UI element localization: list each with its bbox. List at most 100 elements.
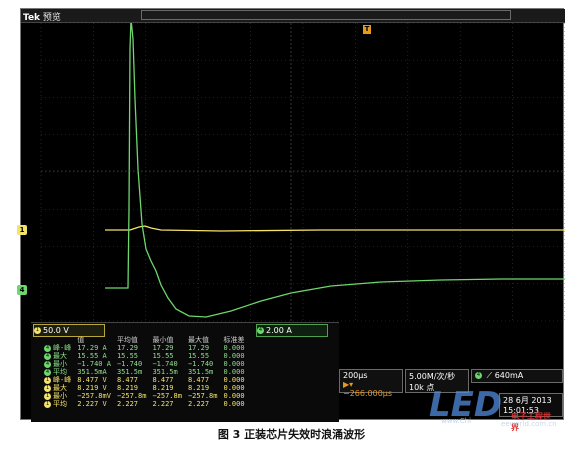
channel-badge: 1 — [44, 400, 51, 408]
measurement-value: −257.8m — [152, 392, 182, 400]
measurement-value: 8.219 — [116, 384, 139, 392]
measurement-value: 2.227 — [187, 400, 210, 408]
measurement-type: 峰-峰 — [53, 376, 72, 384]
measurement-readout-panel: 1 50.0 V 4 2.00 A 值 平均值 最小值 最大值 标准差 4 峰-峰 17… — [31, 322, 339, 422]
measurement-value: 0.000 — [223, 392, 245, 400]
measurement-value: 0.000 — [223, 384, 245, 392]
brand-label: Tek 预览 — [23, 13, 61, 23]
measurement-label: 1 最小 — [41, 392, 74, 400]
measurement-label: 4 最小 — [41, 360, 74, 368]
measurement-value: 15.55 A — [77, 352, 107, 360]
measurement-value: −1.740 — [187, 360, 214, 368]
trigger-channel-badge: 4 — [475, 372, 482, 379]
measurement-value: 2.227 V — [77, 400, 107, 408]
measurement-type: 平均 — [53, 400, 67, 408]
measurement-value: 15.55 — [152, 352, 174, 360]
ch1-scale-value: 50.0 V — [43, 326, 69, 335]
measurement-row: 4 平均 351.5mA 351.5m 351.5m 351.5m 0.000 — [41, 368, 248, 376]
measurement-value: 0.000 — [223, 368, 245, 376]
measurement-value: −257.8m — [116, 392, 147, 400]
measurement-value: −257.8m — [187, 392, 218, 400]
measurement-type: 平均 — [53, 368, 67, 376]
figure-caption: 图 3 正装芯片失效时浪涌波形 — [217, 428, 366, 441]
measurement-value: 17.29 A — [77, 344, 107, 352]
trigger-position-marker[interactable]: T — [363, 25, 371, 34]
ch4-ground-marker[interactable]: 4 — [17, 285, 27, 295]
timebase-position: ▶▾ −266.000µs — [343, 380, 393, 398]
measurement-value: 351.5m — [152, 368, 178, 376]
measurement-value: 8.477 — [116, 376, 139, 384]
measurement-value: 8.219 — [187, 384, 210, 392]
measurement-row: 1 平均 2.227 V 2.227 2.227 2.227 0.000 — [41, 400, 248, 408]
ch4-badge: 4 — [257, 327, 264, 334]
top-status-bar: Tek 预览 — [21, 9, 565, 23]
ch4-scale-value: 2.00 A — [266, 326, 292, 335]
col-header — [41, 336, 74, 344]
measurement-value: 15.55 — [187, 352, 210, 360]
measurement-value: 17.29 — [152, 344, 174, 352]
ch1-voltage-waveform — [105, 225, 565, 232]
ch1-ground-marker[interactable]: 1 — [17, 225, 27, 235]
measurement-type: 最大 — [53, 384, 67, 392]
measurement-value: 15.55 — [116, 352, 139, 360]
sample-rate: 5.00M/次/秒 — [409, 372, 456, 381]
measurement-type: 峰-峰 — [53, 344, 72, 352]
measurement-value: 17.29 — [187, 344, 210, 352]
measurement-value: −257.8mV — [77, 392, 111, 400]
measurement-value: 0.000 — [223, 360, 245, 368]
measurement-value: 351.5m — [187, 368, 214, 376]
record-overview-bar[interactable] — [141, 10, 511, 20]
measurement-label: 4 平均 — [41, 368, 74, 376]
col-header: 标准差 — [223, 336, 245, 344]
measurement-value: 2.227 — [116, 400, 139, 408]
channel-badge: 1 — [44, 376, 51, 384]
trigger-level: 640mA — [494, 371, 524, 380]
mode-label: 预览 — [42, 13, 61, 23]
channel-badge: 4 — [44, 360, 51, 368]
measurement-value: 0.000 — [223, 344, 245, 352]
measurement-row: 1 最大 8.219 V 8.219 8.219 8.219 0.000 — [41, 384, 248, 392]
measurement-type: 最小 — [53, 392, 67, 400]
measurement-value: 351.5mA — [77, 368, 107, 376]
watermark: LED www.Chi 电子工程世界 eeworld.com.cn — [401, 385, 557, 432]
col-header: 最小值 — [152, 336, 174, 344]
measurement-row: 4 最大 15.55 A 15.55 15.55 15.55 0.000 — [41, 352, 248, 360]
measurement-row: 4 峰-峰 17.29 A 17.29 17.29 17.29 0.000 — [41, 344, 248, 352]
measurement-value: 0.000 — [223, 376, 245, 384]
measurement-value: 8.219 V — [77, 384, 107, 392]
measurement-value: 0.000 — [223, 400, 245, 408]
measurement-value: 8.477 — [152, 376, 174, 384]
measurement-row: 1 最小 −257.8mV −257.8m −257.8m −257.8m 0.000 — [41, 392, 248, 400]
watermark-site1: www.Chi — [441, 417, 472, 425]
measurement-value: 351.5m — [116, 368, 143, 376]
measurement-type: 最大 — [53, 352, 67, 360]
col-header: 最大值 — [187, 336, 209, 344]
timebase-scale: 200µs — [343, 371, 368, 380]
ch4-scale-box[interactable]: 4 2.00 A — [256, 324, 328, 337]
measurement-label: 4 峰-峰 — [41, 344, 74, 352]
measurement-value: 0.000 — [223, 352, 245, 360]
measurement-value: −1.740 A — [77, 360, 111, 368]
measurement-row: 1 峰-峰 8.477 V 8.477 8.477 8.477 0.000 — [41, 376, 248, 384]
measurement-value: −1.740 — [116, 360, 143, 368]
measurement-value: 2.227 — [152, 400, 174, 408]
measurement-table: 值 平均值 最小值 最大值 标准差 4 峰-峰 17.29 A 17.29 17.29 1… — [41, 336, 248, 408]
channel-badge: 1 — [44, 392, 51, 400]
col-header: 平均值 — [116, 336, 138, 344]
col-header: 值 — [77, 336, 85, 344]
channel-badge: 4 — [44, 352, 51, 360]
grid-lines — [40, 22, 565, 322]
measurement-value: 8.477 V — [77, 376, 107, 384]
measurement-label: 1 峰-峰 — [41, 376, 74, 384]
channel-badge: 4 — [44, 344, 51, 352]
ch4-current-waveform — [105, 18, 565, 318]
measurement-value: 8.477 — [187, 376, 210, 384]
measurement-label: 1 最大 — [41, 384, 74, 392]
measurement-value: 8.219 — [152, 384, 174, 392]
channel-badge: 1 — [44, 384, 51, 392]
measurement-type: 最小 — [53, 360, 67, 368]
measurement-header-row: 值 平均值 最小值 最大值 标准差 — [41, 336, 248, 344]
measurement-value: 17.29 — [116, 344, 139, 352]
horizontal-box[interactable]: 200µs ▶▾ −266.000µs — [339, 369, 403, 398]
trigger-box[interactable]: 4 ⟋ 640mA — [471, 369, 563, 383]
